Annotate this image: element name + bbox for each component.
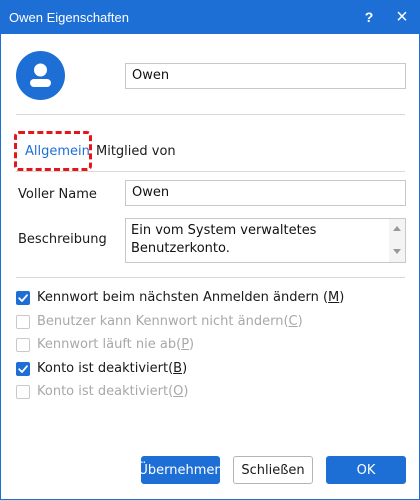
divider (16, 171, 405, 172)
tab-member-of[interactable]: Mitglied von (96, 144, 176, 159)
checkmark-icon[interactable] (16, 291, 30, 305)
divider (16, 114, 405, 115)
close-button[interactable]: Schließen (233, 456, 313, 484)
checkbox-box[interactable] (16, 338, 30, 352)
checkmark-icon[interactable] (16, 362, 30, 376)
checkbox-label: Konto ist deaktiviert(B) (37, 361, 188, 376)
checkbox-label: Konto ist deaktiviert(O) (37, 384, 189, 399)
close-icon[interactable]: × (389, 5, 415, 29)
divider (16, 277, 405, 278)
checkbox-label: Kennwort beim nächsten Anmelden ändern (… (37, 290, 345, 305)
checkbox-box[interactable] (16, 385, 30, 399)
checkbox-label: Kennwort läuft nie ab(P) (37, 337, 195, 352)
ok-button[interactable]: OK (326, 456, 406, 484)
checkbox-label: Benutzer kann Kennwort nicht ändern(C) (37, 314, 303, 329)
title-bar: Owen Eigenschaften ? × (1, 1, 419, 34)
username-field[interactable]: Owen (125, 63, 406, 89)
full-name-label: Voller Name (18, 187, 97, 202)
description-label: Beschreibung (18, 232, 107, 247)
window-title: Owen Eigenschaften (9, 10, 129, 25)
scroll-up-icon[interactable] (393, 226, 401, 231)
scroll-down-icon[interactable] (393, 249, 401, 254)
tab-general[interactable]: Allgemein (25, 144, 90, 159)
user-avatar-icon (16, 51, 65, 100)
apply-button[interactable]: Übernehmen (138, 456, 223, 484)
description-text: Ein vom System verwaltetes Benutzerkonto… (131, 223, 317, 256)
properties-dialog: Owen Eigenschaften ? × Owen Allgemein Mi… (0, 0, 420, 500)
checkbox-box[interactable] (16, 315, 30, 329)
scrollbar[interactable] (389, 219, 405, 262)
description-field[interactable]: Ein vom System verwaltetes Benutzerkonto… (125, 218, 406, 263)
help-button[interactable]: ? (356, 5, 382, 29)
full-name-field[interactable]: Owen (125, 180, 406, 206)
